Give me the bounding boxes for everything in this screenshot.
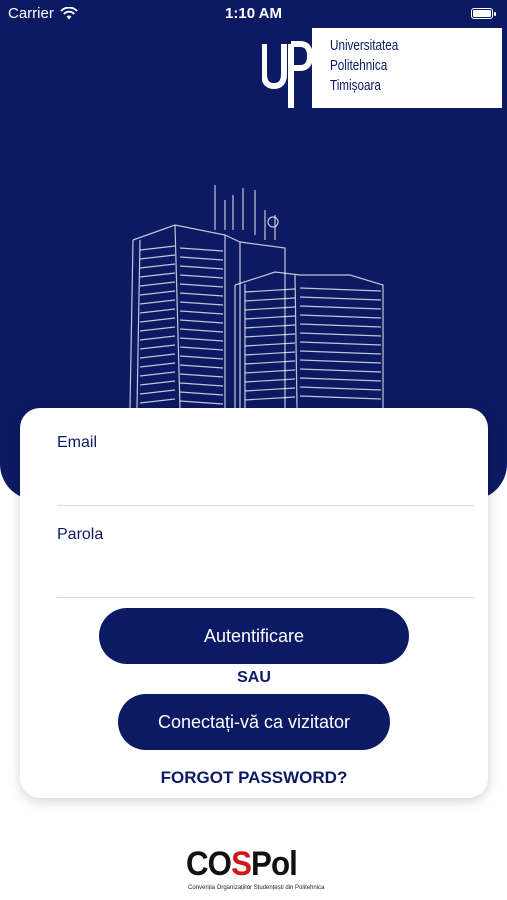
cospol-part-c: Pol (251, 845, 298, 883)
building-window-line (244, 333, 296, 338)
building-window-line (179, 337, 224, 342)
building-window-line (139, 326, 176, 332)
upt-mark-icon (262, 41, 314, 108)
building-window-line (244, 342, 296, 347)
building-window-line (244, 297, 296, 302)
cospol-logo: COSPol Convenția Organizațiilor Studențe… (180, 845, 330, 895)
building-window-line (179, 346, 224, 351)
building-window-line (139, 308, 176, 314)
building-window-line (179, 247, 224, 252)
building-window-line (299, 341, 382, 346)
building-window-line (179, 391, 224, 396)
building-window-line (139, 398, 176, 404)
building-window-line (179, 310, 224, 315)
building-window-line (179, 319, 224, 324)
building-window-line (139, 335, 176, 341)
building-window-line (244, 306, 296, 311)
building-window-line (179, 373, 224, 378)
building-window-line (299, 386, 382, 391)
building-window-line (299, 395, 382, 400)
building-window-line (299, 323, 382, 328)
email-field[interactable] (57, 470, 475, 506)
building-window-line (139, 272, 176, 278)
status-bar: Carrier 1:10 AM (0, 0, 507, 28)
building-window-line (139, 254, 176, 260)
building-window-line (299, 350, 382, 355)
email-label: Email (57, 434, 98, 451)
building-window-line (179, 328, 224, 333)
building-window-line (244, 387, 296, 392)
upt-line-2: Politehnica (330, 57, 388, 74)
building-window-line (139, 380, 176, 386)
password-label: Parola (57, 526, 104, 543)
upt-logo: Universitatea Politehnica Timișoara (262, 28, 502, 108)
building-window-line (244, 351, 296, 356)
upt-name-box: Universitatea Politehnica Timișoara (312, 28, 502, 108)
building-window-line (244, 378, 296, 383)
building-window-line (139, 299, 176, 305)
building-window-line (139, 245, 176, 251)
cospol-part-a: CO (186, 845, 232, 883)
status-time: 1:10 AM (225, 5, 282, 22)
cospol-subtitle: Convenția Organizațiilor Studențești din… (188, 885, 325, 891)
building-window-line (244, 369, 296, 374)
building-window-line (179, 364, 224, 369)
building-window-line (139, 263, 176, 269)
building-window-line (179, 382, 224, 387)
building-window-line (299, 332, 382, 337)
battery-icon (471, 8, 496, 19)
login-card: Email Parola Autentificare SAU Conectați… (20, 408, 488, 798)
building-window-line (179, 301, 224, 306)
building-window-line (139, 344, 176, 350)
building-window-line (299, 305, 382, 310)
guest-login-button[interactable]: Conectați-vă ca vizitator (118, 694, 390, 750)
building-window-line (244, 360, 296, 365)
building-window-line (139, 362, 176, 368)
building-window-line (139, 317, 176, 323)
building-window-line (244, 288, 296, 293)
building-window-line (179, 256, 224, 261)
building-window-line (139, 371, 176, 377)
building-window-line (179, 274, 224, 279)
building-window-line (139, 389, 176, 395)
cospol-wordmark: COSPol (186, 845, 298, 884)
building-window-line (179, 292, 224, 297)
password-field[interactable] (57, 562, 475, 598)
building-window-line (139, 290, 176, 296)
building-window-line (244, 396, 296, 401)
building-window-line (179, 400, 224, 405)
upt-line-1: Universitatea (330, 37, 399, 54)
or-text: SAU (237, 669, 271, 686)
upt-line-3: Timișoara (330, 77, 381, 94)
building-window-line (139, 281, 176, 287)
building-illustration (129, 185, 384, 409)
building-window-line (179, 265, 224, 270)
building-window-line (299, 296, 382, 301)
building-window-line (299, 314, 382, 319)
building-window-line (299, 368, 382, 373)
building-window-line (299, 377, 382, 382)
login-button[interactable]: Autentificare (99, 608, 409, 664)
building-window-line (244, 324, 296, 329)
building-window-line (244, 315, 296, 320)
building-window-line (299, 359, 382, 364)
building-window-line (179, 283, 224, 288)
forgot-password-link[interactable]: FORGOT PASSWORD? (20, 768, 488, 788)
building-window-line (179, 355, 224, 360)
building-window-line (299, 287, 382, 292)
building-window-line (139, 353, 176, 359)
cospol-part-b: S (231, 845, 252, 883)
